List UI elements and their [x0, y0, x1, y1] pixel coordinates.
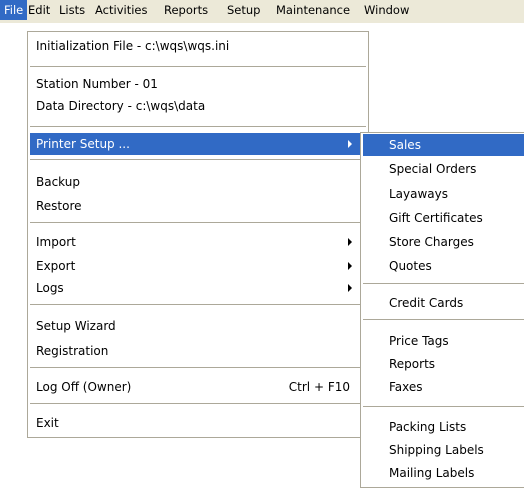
menu-item-label: Logs — [36, 281, 64, 295]
submenu-item-mailing-labels[interactable]: Mailing Labels — [363, 462, 524, 484]
menu-separator — [30, 403, 366, 404]
submenu-arrow-icon — [348, 262, 352, 270]
menu-separator — [30, 304, 366, 305]
submenu-item-sales[interactable]: Sales — [363, 134, 524, 156]
printer-setup-submenu: Sales Special Orders Layaways Gift Certi… — [360, 132, 524, 488]
menu-item-initialization-file[interactable]: Initialization File - c:\wqs\wqs.ini — [30, 35, 366, 57]
menu-reports[interactable]: Reports — [160, 0, 212, 20]
menu-item-restore[interactable]: Restore — [30, 195, 366, 217]
menu-item-registration[interactable]: Registration — [30, 340, 366, 362]
menu-item-logs[interactable]: Logs — [30, 277, 366, 299]
menu-item-data-directory[interactable]: Data Directory - c:\wqs\data — [30, 95, 366, 117]
submenu-item-store-charges[interactable]: Store Charges — [363, 231, 524, 253]
menu-item-station-number[interactable]: Station Number - 01 — [30, 73, 366, 95]
menu-item-export[interactable]: Export — [30, 255, 366, 277]
menu-item-label: Export — [36, 259, 76, 273]
menu-setup[interactable]: Setup — [223, 0, 264, 20]
menu-bar: File Edit Lists Activities Reports Setup… — [0, 0, 524, 23]
menu-separator — [30, 222, 366, 223]
submenu-item-quotes[interactable]: Quotes — [363, 255, 524, 277]
menu-item-import[interactable]: Import — [30, 231, 366, 253]
submenu-item-shipping-labels[interactable]: Shipping Labels — [363, 439, 524, 461]
menu-item-label: Printer Setup ... — [36, 137, 130, 151]
submenu-arrow-icon — [348, 238, 352, 246]
menu-window[interactable]: Window — [360, 0, 413, 20]
submenu-item-reports[interactable]: Reports — [363, 353, 524, 375]
menu-item-label: Log Off (Owner) — [36, 380, 132, 394]
file-menu: Initialization File - c:\wqs\wqs.ini Sta… — [27, 31, 369, 438]
menu-separator — [363, 406, 524, 407]
menu-item-label: Import — [36, 235, 76, 249]
submenu-item-layaways[interactable]: Layaways — [363, 183, 524, 205]
submenu-arrow-icon — [348, 140, 352, 148]
menu-item-setup-wizard[interactable]: Setup Wizard — [30, 315, 366, 337]
menu-edit[interactable]: Edit — [24, 0, 54, 20]
menu-lists[interactable]: Lists — [55, 0, 89, 20]
menu-separator — [30, 126, 366, 127]
menu-separator — [30, 66, 366, 67]
menu-separator — [30, 159, 366, 160]
menu-item-exit[interactable]: Exit — [30, 412, 366, 434]
submenu-item-special-orders[interactable]: Special Orders — [363, 158, 524, 180]
submenu-item-gift-certificates[interactable]: Gift Certificates — [363, 207, 524, 229]
menu-separator — [363, 319, 524, 320]
submenu-item-credit-cards[interactable]: Credit Cards — [363, 292, 524, 314]
menu-item-printer-setup[interactable]: Printer Setup ... — [30, 133, 366, 155]
menu-activities[interactable]: Activities — [91, 0, 151, 20]
submenu-item-faxes[interactable]: Faxes — [363, 376, 524, 398]
menu-maintenance[interactable]: Maintenance — [272, 0, 354, 20]
submenu-item-packing-lists[interactable]: Packing Lists — [363, 416, 524, 438]
menu-item-log-off[interactable]: Log Off (Owner) Ctrl + F10 — [30, 376, 366, 398]
submenu-arrow-icon — [348, 284, 352, 292]
submenu-item-price-tags[interactable]: Price Tags — [363, 330, 524, 352]
menu-separator — [363, 283, 524, 284]
menu-separator — [30, 367, 366, 368]
menu-item-backup[interactable]: Backup — [30, 171, 366, 193]
shortcut-label: Ctrl + F10 — [288, 380, 350, 394]
